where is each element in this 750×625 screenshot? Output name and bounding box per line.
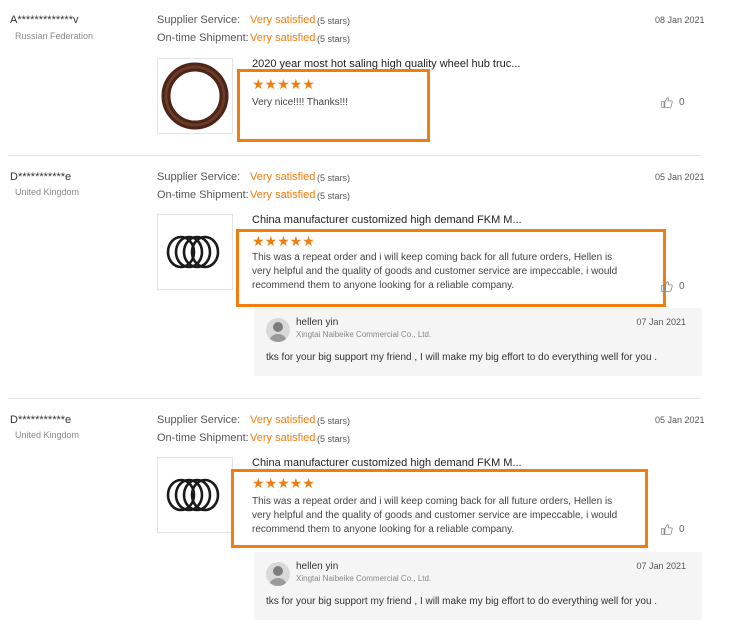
ontime-shipment-label: On-time Shipment: — [157, 189, 249, 201]
product-thumbnail[interactable] — [157, 214, 233, 290]
user-avatar-icon — [266, 562, 290, 586]
thumbs-up-icon — [661, 524, 673, 535]
review-text: This was a repeat order and i will keep … — [252, 496, 618, 535]
like-button[interactable]: 0 — [660, 523, 685, 536]
ontime-shipment-rating: Very satisfied — [250, 189, 316, 201]
ontime-shipment-label: On-time Shipment: — [157, 32, 249, 44]
ontime-shipment-stars: (5 stars) — [317, 434, 351, 444]
review-date: 05 Jan 2021 — [655, 415, 705, 425]
reply-company: Xingtai Naibeike Commercial Co., Ltd. — [296, 330, 432, 339]
reply-author: hellen yin — [296, 561, 339, 572]
supplier-service-rating: Very satisfied — [250, 14, 316, 26]
supplier-reply: hellen yin Xingtai Naibeike Commercial C… — [254, 552, 702, 620]
rating-stars: ★★★★★ — [252, 233, 315, 249]
ontime-shipment-label: On-time Shipment: — [157, 432, 249, 444]
buyer-country: United Kingdom — [15, 430, 80, 440]
like-count: 0 — [679, 97, 685, 108]
ontime-shipment-rating: Very satisfied — [250, 432, 316, 444]
like-count: 0 — [679, 281, 685, 292]
reply-company: Xingtai Naibeike Commercial Co., Ltd. — [296, 574, 432, 583]
review-text: Very nice!!!! Thanks!!! — [252, 97, 348, 108]
review-date: 05 Jan 2021 — [655, 172, 705, 182]
reply-author: hellen yin — [296, 317, 339, 328]
supplier-service-label: Supplier Service: — [157, 171, 241, 183]
reply-message: tks for your big support my friend , I w… — [266, 596, 658, 607]
review-date: 08 Jan 2021 — [655, 15, 705, 25]
like-button[interactable]: 0 — [660, 280, 685, 293]
supplier-reply: hellen yin Xingtai Naibeike Commercial C… — [254, 308, 702, 376]
like-button[interactable]: 0 — [660, 96, 685, 109]
ontime-shipment-stars: (5 stars) — [317, 34, 351, 44]
thumbs-up-icon — [661, 97, 673, 108]
supplier-service-stars: (5 stars) — [317, 416, 351, 426]
product-thumbnail[interactable] — [157, 58, 233, 134]
supplier-service-label: Supplier Service: — [157, 14, 241, 26]
supplier-service-stars: (5 stars) — [317, 16, 351, 26]
review-text: This was a repeat order and i will keep … — [252, 252, 618, 291]
reply-message: tks for your big support my friend , I w… — [266, 352, 658, 363]
reply-date: 07 Jan 2021 — [636, 317, 686, 327]
steering-wheel-image — [161, 62, 229, 130]
rating-stars: ★★★★★ — [252, 475, 315, 491]
supplier-service-rating: Very satisfied — [250, 414, 316, 426]
o-rings-image — [166, 235, 220, 269]
buyer-country: United Kingdom — [15, 187, 80, 197]
product-thumbnail[interactable] — [157, 457, 233, 533]
buyer-name: D***********e — [10, 171, 72, 183]
ontime-shipment-stars: (5 stars) — [317, 191, 351, 201]
reply-date: 07 Jan 2021 — [636, 561, 686, 571]
supplier-service-stars: (5 stars) — [317, 173, 351, 183]
ontime-shipment-rating: Very satisfied — [250, 32, 316, 44]
review-divider — [8, 398, 702, 399]
o-rings-image — [166, 478, 220, 512]
product-title[interactable]: China manufacturer customized high deman… — [252, 457, 522, 469]
buyer-name: D***********e — [10, 414, 72, 426]
user-avatar-icon — [266, 318, 290, 342]
review-divider — [8, 155, 702, 156]
buyer-country: Russian Federation — [15, 31, 94, 41]
rating-stars: ★★★★★ — [252, 76, 315, 92]
product-title[interactable]: China manufacturer customized high deman… — [252, 214, 522, 226]
supplier-service-rating: Very satisfied — [250, 171, 316, 183]
thumbs-up-icon — [661, 281, 673, 292]
supplier-service-label: Supplier Service: — [157, 414, 241, 426]
like-count: 0 — [679, 524, 685, 535]
buyer-name: A*************v — [10, 14, 79, 26]
